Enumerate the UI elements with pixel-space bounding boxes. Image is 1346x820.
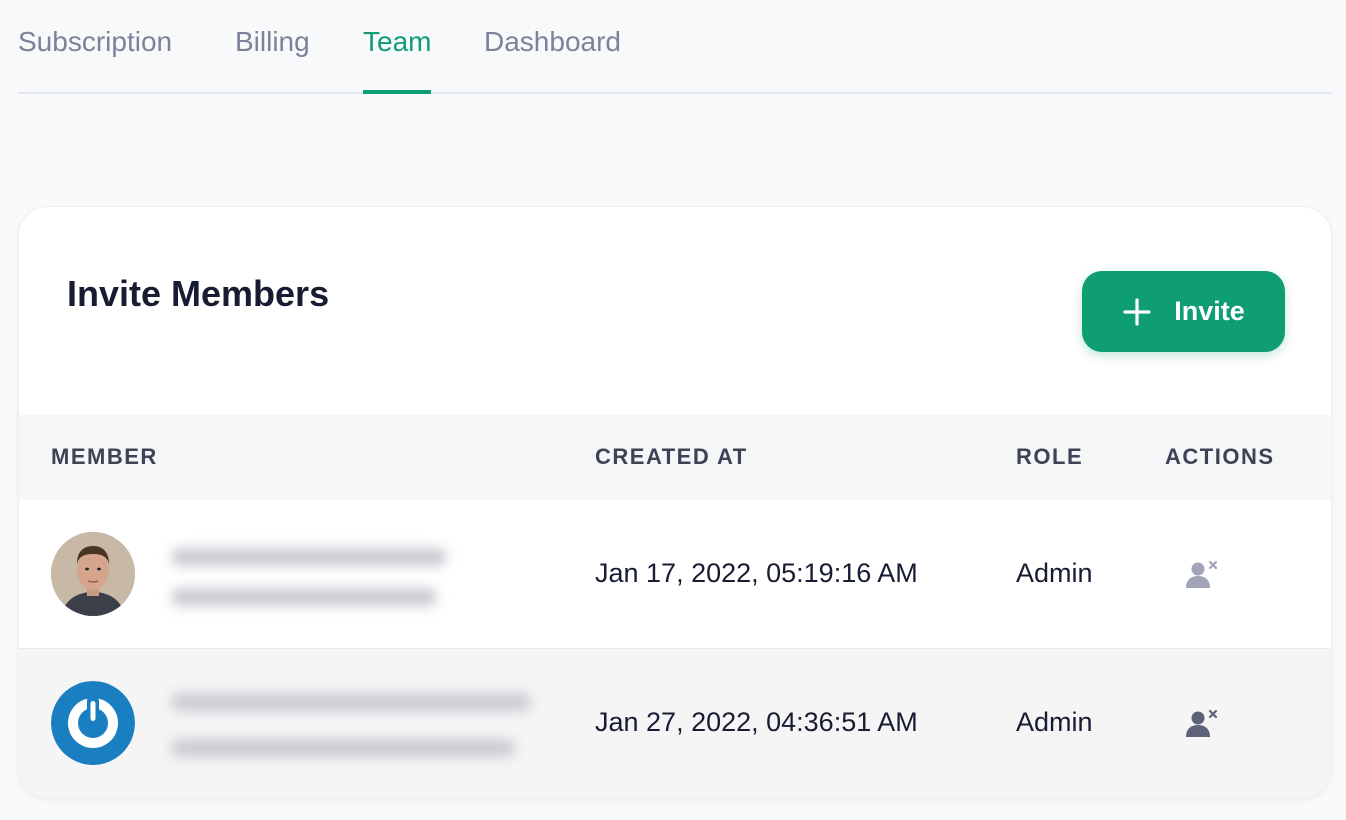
tab-billing[interactable]: Billing xyxy=(235,26,310,94)
role: Admin xyxy=(1016,707,1093,737)
invite-button[interactable]: Invite xyxy=(1082,271,1285,352)
invite-members-card: Invite Members Invite MEMBER CREATED AT … xyxy=(18,206,1332,798)
member-email-redacted xyxy=(171,739,515,757)
plus-icon xyxy=(1122,297,1152,327)
role: Admin xyxy=(1016,558,1093,588)
created-at: Jan 27, 2022, 04:36:51 AM xyxy=(595,707,918,737)
column-header-role: ROLE xyxy=(1016,444,1084,469)
created-at: Jan 17, 2022, 05:19:16 AM xyxy=(595,558,918,588)
table-row: Jan 17, 2022, 05:19:16 AM Admin xyxy=(19,500,1331,649)
avatar xyxy=(51,532,135,616)
avatar xyxy=(51,681,135,765)
tab-subscription[interactable]: Subscription xyxy=(18,26,172,94)
invite-button-label: Invite xyxy=(1174,296,1245,326)
tab-dashboard[interactable]: Dashboard xyxy=(484,26,621,94)
tab-bar: Subscription Billing Team Dashboard xyxy=(18,0,1332,94)
member-name-redacted xyxy=(171,548,447,566)
column-header-actions: ACTIONS xyxy=(1165,444,1275,469)
member-name-redacted xyxy=(171,693,531,711)
table-row: Jan 27, 2022, 04:36:51 AM Admin xyxy=(19,649,1331,797)
tab-team[interactable]: Team xyxy=(363,26,432,94)
card-title: Invite Members xyxy=(67,273,330,314)
member-email-redacted xyxy=(171,588,437,606)
column-header-member: MEMBER xyxy=(51,444,158,469)
column-header-created-at: CREATED AT xyxy=(595,444,748,469)
table-header: MEMBER CREATED AT ROLE ACTIONS xyxy=(19,415,1331,500)
remove-user-icon[interactable] xyxy=(1185,707,1219,741)
remove-user-icon[interactable] xyxy=(1185,558,1219,592)
